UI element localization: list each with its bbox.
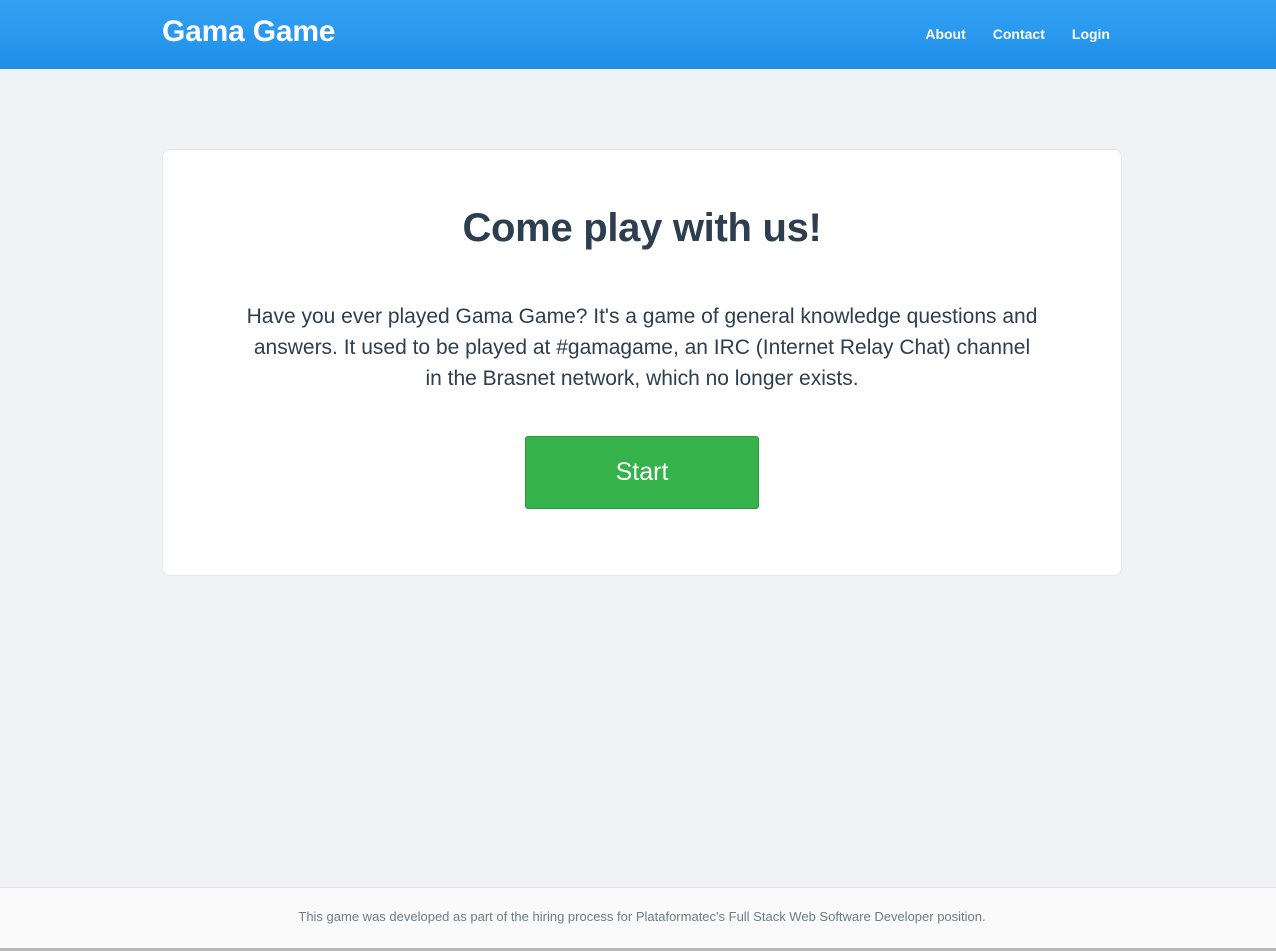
nav-link-about[interactable]: About [925, 26, 965, 42]
start-button[interactable]: Start [525, 436, 759, 509]
game-description: Have you ever played Gama Game? It's a g… [246, 305, 1038, 390]
nav-link-login[interactable]: Login [1072, 26, 1110, 42]
nav-link-contact[interactable]: Contact [993, 26, 1045, 42]
top-navbar: Gama Game About Contact Login [0, 0, 1276, 69]
page-footer: This game was developed as part of the h… [0, 887, 1276, 951]
brand-logo-link[interactable]: Gama Game [162, 15, 335, 49]
welcome-card: Come play with us! Have you ever played … [162, 149, 1122, 576]
page-title: Come play with us! [462, 206, 822, 250]
nav-links: About Contact Login [925, 26, 1110, 42]
footer-text: This game was developed as part of the h… [298, 909, 986, 924]
